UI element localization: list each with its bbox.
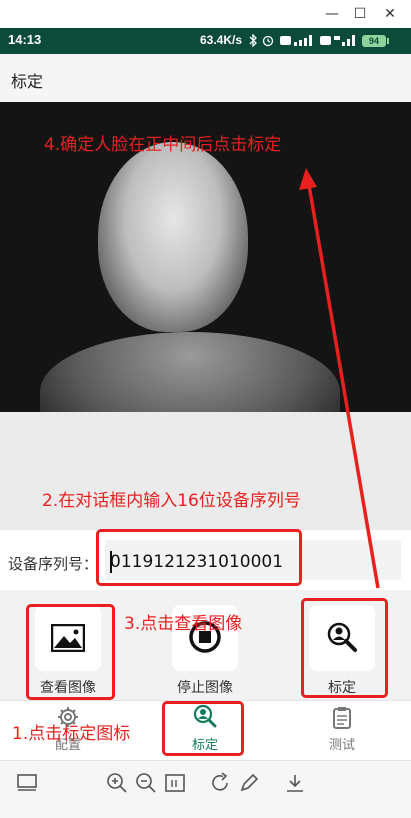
annotation-step3: 3.点击查看图像 <box>124 614 243 634</box>
annotation-view-box <box>26 604 115 700</box>
annotation-step1: 1.点击标定图标 <box>12 724 131 744</box>
annotation-nav-box <box>162 701 244 756</box>
annotation-serial-box <box>96 529 302 586</box>
annotation-calibrate-box <box>301 598 388 698</box>
annotation-step2: 2.在对话框内输入16位设备序列号 <box>42 491 301 511</box>
